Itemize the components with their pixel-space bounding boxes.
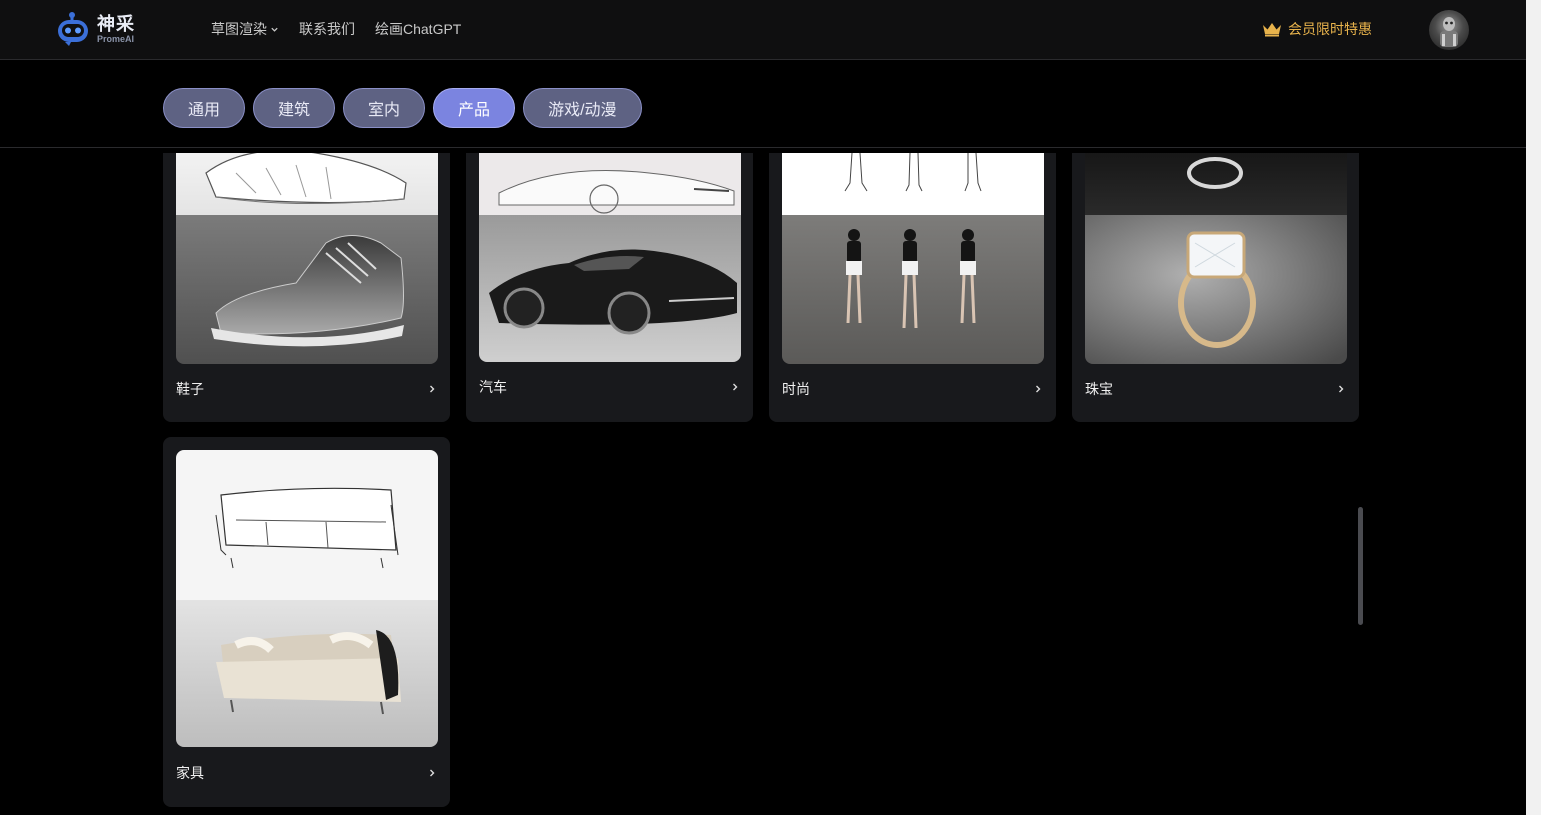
category-card-shoes[interactable]: 鞋子	[163, 153, 450, 422]
category-bar: 通用 建筑 室内 产品 游戏/动漫	[0, 60, 1526, 148]
card-title: 珠宝	[1085, 381, 1113, 397]
tab-architecture[interactable]: 建筑	[253, 88, 336, 128]
vip-label: 会员限时特惠	[1288, 21, 1372, 37]
tab-game-anime[interactable]: 游戏/动漫	[523, 88, 642, 128]
chevron-right-icon	[1036, 385, 1041, 393]
chevron-right-icon	[430, 385, 435, 393]
user-avatar[interactable]	[1429, 10, 1469, 50]
category-card-jewelry[interactable]: 珠宝	[1072, 153, 1359, 422]
nav-item-label: 草图渲染	[211, 21, 267, 37]
nav-item-sketch-render[interactable]: 草图渲染	[211, 19, 279, 39]
card-title: 鞋子	[176, 381, 204, 397]
card-footer: 汽车	[479, 377, 740, 397]
chevron-right-icon	[733, 383, 738, 391]
vip-promo-link[interactable]: 会员限时特惠	[1262, 19, 1372, 39]
card-image	[1085, 153, 1347, 364]
nav-item-label: 绘画ChatGPT	[375, 21, 462, 37]
category-card-furniture[interactable]: 家具	[163, 437, 450, 807]
category-tabs: 通用 建筑 室内 产品 游戏/动漫	[163, 88, 642, 128]
tab-interior[interactable]: 室内	[343, 88, 426, 128]
brand-name: 神采	[97, 13, 135, 34]
gallery-viewport: 鞋子 汽车 时尚 珠宝 家具	[0, 153, 1526, 815]
category-card-fashion[interactable]: 时尚	[769, 153, 1056, 422]
main-nav: 草图渲染 联系我们 绘画ChatGPT	[211, 19, 461, 39]
card-image	[479, 153, 741, 362]
category-card-car[interactable]: 汽车	[466, 153, 753, 422]
card-image	[782, 153, 1044, 364]
card-image	[176, 450, 438, 747]
brand-subname: PromeAI	[97, 33, 135, 44]
card-image	[176, 153, 438, 364]
tab-general[interactable]: 通用	[163, 88, 246, 128]
tab-product[interactable]: 产品	[433, 88, 516, 128]
chevron-down-icon	[271, 27, 278, 32]
card-title: 时尚	[782, 381, 810, 397]
card-title: 家具	[176, 765, 204, 781]
top-navbar: 神采 PromeAI 草图渲染 联系我们 绘画ChatGPT 会员限时特惠	[0, 0, 1526, 60]
chevron-right-icon	[1339, 385, 1344, 393]
card-footer: 时尚	[782, 379, 1043, 399]
card-footer: 鞋子	[176, 379, 437, 399]
card-footer: 珠宝	[1085, 379, 1346, 399]
page-scrollbar[interactable]	[1526, 0, 1541, 815]
chevron-right-icon	[430, 769, 435, 777]
crown-icon	[1263, 23, 1281, 37]
nav-item-label: 联系我们	[299, 21, 355, 37]
nav-item-chatgpt[interactable]: 绘画ChatGPT	[375, 19, 461, 39]
content-scrollbar-thumb[interactable]	[1358, 507, 1363, 625]
card-title: 汽车	[479, 379, 507, 395]
nav-item-contact[interactable]: 联系我们	[299, 19, 355, 39]
avatar-image	[1440, 17, 1458, 47]
card-footer: 家具	[176, 763, 437, 783]
brand-logo[interactable]: 神采 PromeAI	[55, 11, 145, 47]
robot-logo-icon	[58, 12, 88, 46]
